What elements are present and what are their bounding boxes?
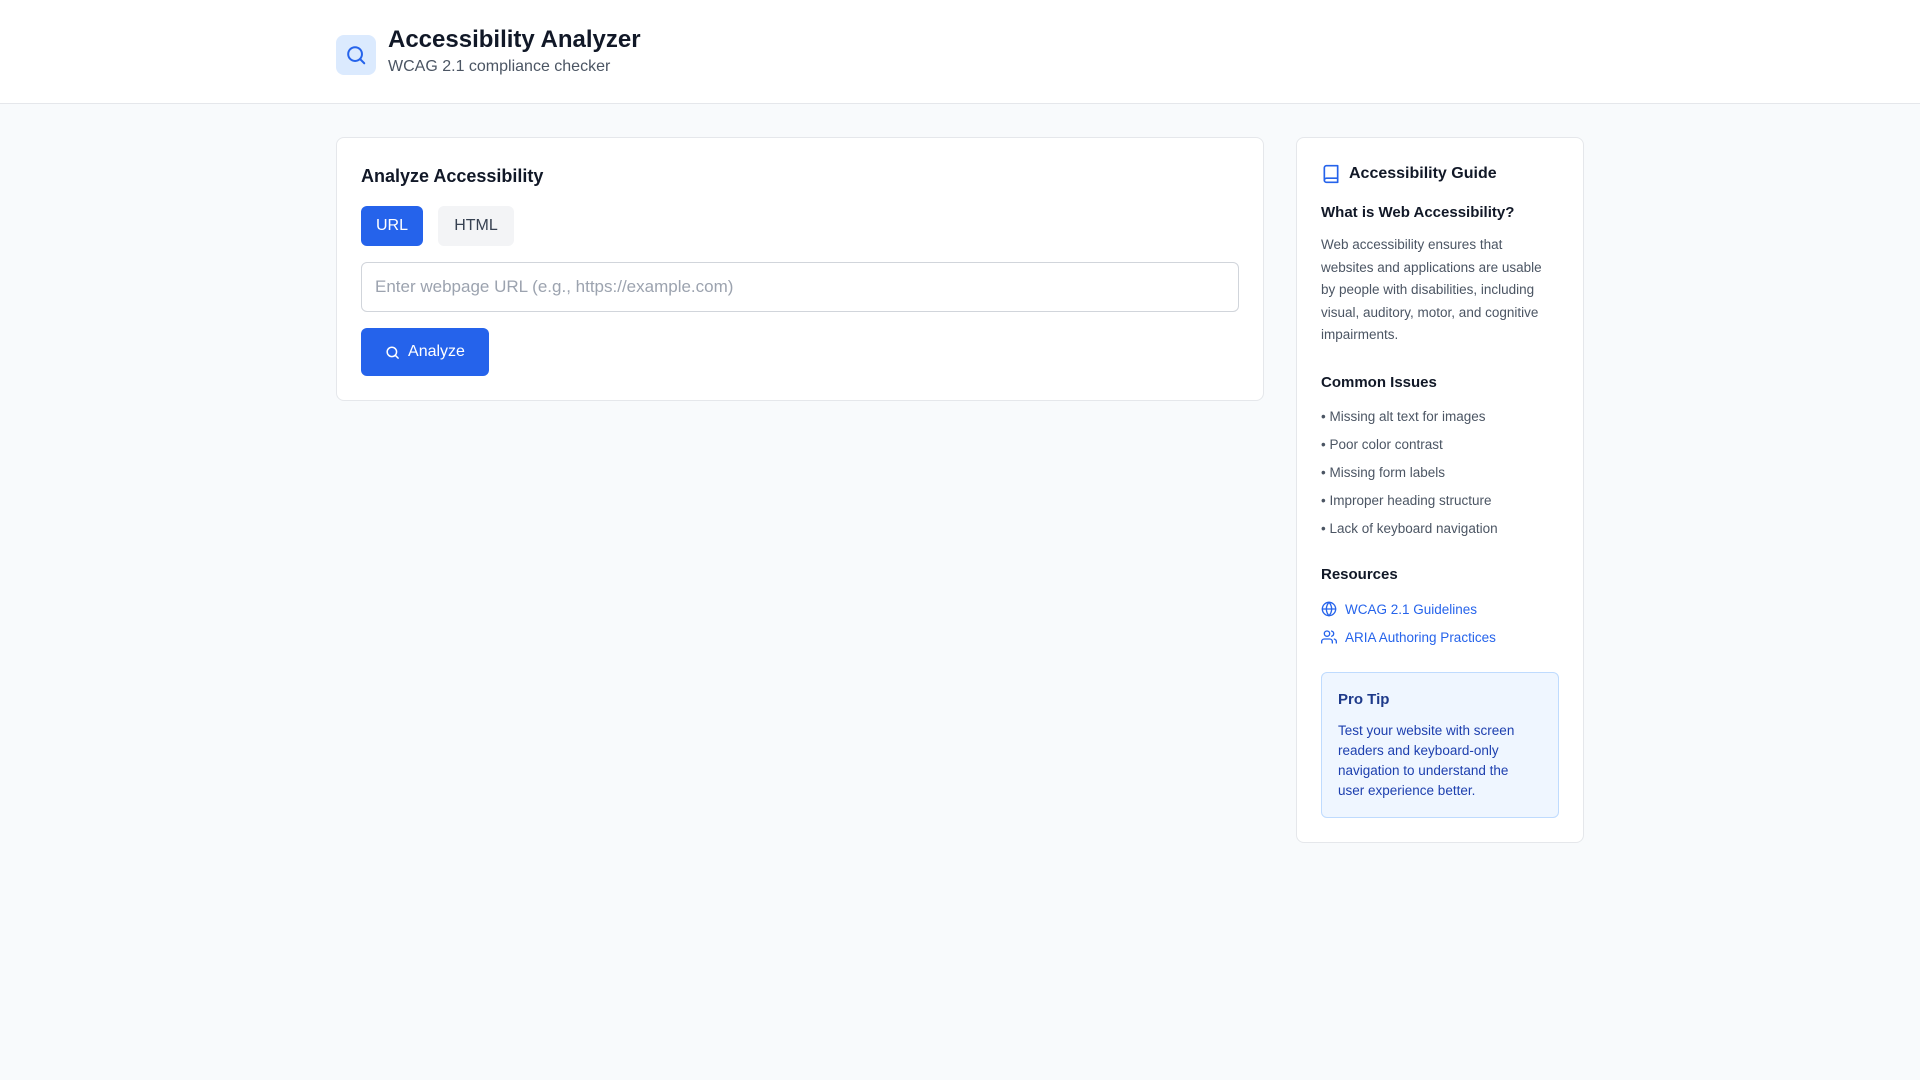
analyze-button-label: Analyze [408,343,465,360]
issue-item: • Missing alt text for images [1321,409,1486,424]
pro-tip-line: navigation to understand the [1338,763,1509,778]
tab-html[interactable]: HTML [438,206,514,246]
pro-tip-line: readers and keyboard-only [1338,743,1499,758]
what-is-line: impairments. [1321,327,1399,342]
app-title: Accessibility Analyzer [388,26,641,53]
book-icon [1321,164,1341,184]
search-icon [385,345,400,360]
pro-tip-text: Test your website with screen readers an… [1338,721,1548,801]
issue-item: • Improper heading structure [1321,493,1492,508]
users-icon [1321,629,1337,645]
search-icon [336,35,376,75]
app-subtitle: WCAG 2.1 compliance checker [388,58,611,75]
resources-heading: Resources [1321,566,1398,583]
common-issues-heading: Common Issues [1321,374,1437,391]
what-is-line: visual, auditory, motor, and cognitive [1321,304,1539,320]
aria-practices-label: ARIA Authoring Practices [1345,629,1496,645]
what-is-line: websites and applications are usable [1321,259,1542,275]
app-header: Accessibility Analyzer WCAG 2.1 complian… [0,0,1920,104]
url-input[interactable] [361,262,1239,312]
issue-item: • Missing form labels [1321,465,1446,480]
aria-practices-link[interactable]: ARIA Authoring Practices [1321,629,1496,645]
analyze-button[interactable]: Analyze [361,328,489,376]
pro-tip-box: Pro Tip Test your website with screen re… [1321,672,1559,818]
brand-text: Accessibility Analyzer WCAG 2.1 complian… [388,26,641,78]
issue-item: • Lack of keyboard navigation [1321,521,1498,536]
guide-title: Accessibility Guide [1349,165,1497,182]
issue-item: • Poor color contrast [1321,437,1443,452]
what-is-text: Web accessibility ensures that websites … [1321,234,1561,347]
tab-url[interactable]: URL [361,206,423,246]
analyze-card: Analyze Accessibility URL HTML Analyze [336,137,1264,401]
what-is-line: by people with disabilities, including [1321,282,1535,297]
pro-tip-line: Test your website with screen [1338,723,1515,738]
pro-tip-line: user experience better. [1338,783,1476,798]
globe-icon [1321,601,1337,617]
brand: Accessibility Analyzer WCAG 2.1 complian… [336,26,641,78]
guide-header: Accessibility Guide [1321,164,1497,184]
wcag-guidelines-label: WCAG 2.1 Guidelines [1345,601,1478,617]
what-is-heading: What is Web Accessibility? [1321,204,1515,221]
what-is-line: Web accessibility ensures that [1321,237,1503,252]
analyze-title: Analyze Accessibility [361,166,544,186]
wcag-guidelines-link[interactable]: WCAG 2.1 Guidelines [1321,601,1477,617]
accessibility-guide: Accessibility Guide What is Web Accessib… [1296,137,1584,843]
pro-tip-title: Pro Tip [1338,691,1390,708]
